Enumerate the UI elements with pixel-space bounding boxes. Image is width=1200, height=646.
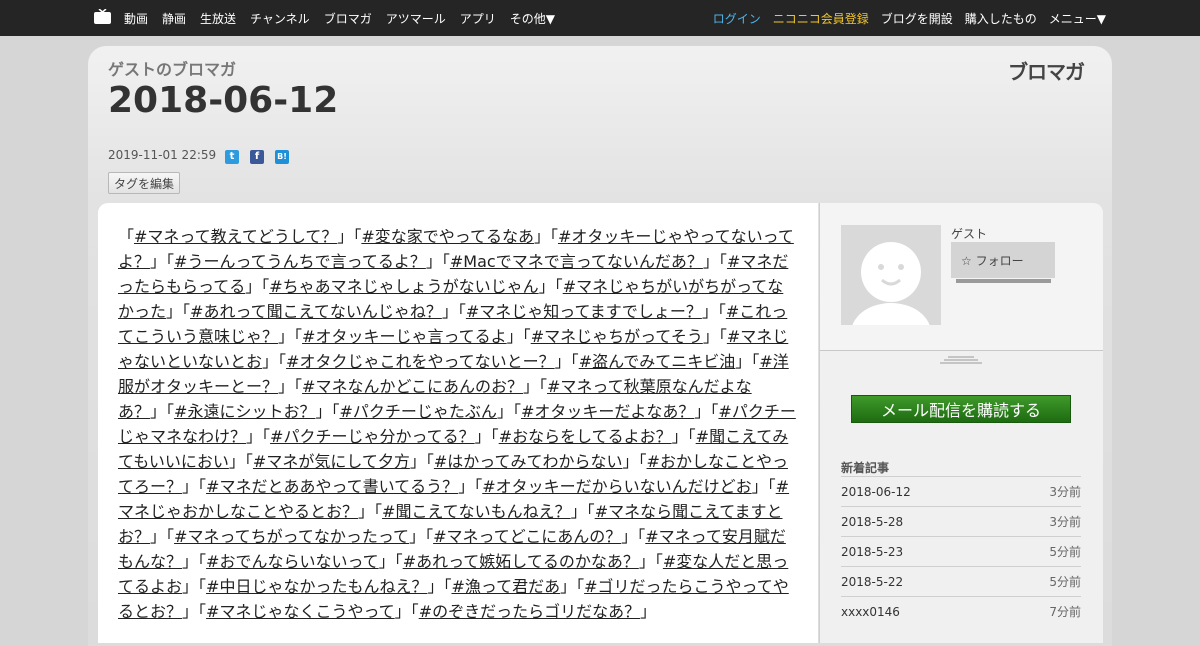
recent-article-title[interactable]: 2018-06-12: [841, 485, 911, 499]
hashtag-link[interactable]: #漁って君だあ: [452, 577, 561, 596]
list-item[interactable]: 2018-5-23 5分前: [841, 536, 1081, 566]
resize-grip-icon[interactable]: [940, 355, 982, 365]
hashtag-link[interactable]: #Macでマネで言ってないんだあ？: [450, 252, 703, 271]
hashtag-link[interactable]: #中日じゃなかったもんねえ？: [206, 577, 427, 596]
hashtag-link[interactable]: #はかってみてわからない: [434, 452, 623, 471]
follow-button-shadow: [956, 279, 1051, 283]
bromaga-logo[interactable]: ブロマガ: [1008, 56, 1085, 85]
hashtag-link[interactable]: #うーんってうんちで言ってるよ？: [174, 252, 426, 271]
facebook-share-icon[interactable]: f: [250, 150, 264, 164]
hashtag-link[interactable]: #あれって聞こえてないんじゃね？: [190, 302, 442, 321]
top-navigation-bar: 動画 静画 生放送 チャンネル ブロマガ アツマール アプリ その他▼ ログイン…: [0, 0, 1200, 36]
avatar[interactable]: [841, 225, 941, 325]
hashtag-link[interactable]: #マネだとああやって書いてるう？: [206, 477, 458, 496]
hashtag-link[interactable]: #オタッキーだよなあ？: [521, 402, 694, 421]
hashtag-link[interactable]: #マネが気にして夕方: [253, 452, 410, 471]
hashtag-link[interactable]: #変な家でやってるなあ: [361, 227, 534, 246]
hashtag-link[interactable]: #マネなんかどこにあんのお？: [302, 377, 523, 396]
register-link[interactable]: ニコニコ会員登録: [773, 10, 869, 27]
recent-article-time: 5分前: [1049, 575, 1081, 589]
recent-article-title[interactable]: 2018-5-23: [841, 545, 903, 559]
hashtag-link[interactable]: #パクチーじゃたぶん: [340, 402, 497, 421]
hashtag-link[interactable]: #マネじゃちがってそう: [531, 327, 703, 346]
nav-link-live[interactable]: 生放送: [200, 10, 236, 27]
login-link[interactable]: ログイン: [713, 10, 761, 27]
star-icon: ☆: [961, 253, 972, 268]
article-content: 「#マネって教えてどうして？」「#変な家でやってるなあ」「#オタッキーじゃやって…: [98, 203, 818, 643]
hashtag-link[interactable]: #あれって嫉妬してるのかなあ？: [403, 552, 639, 571]
hashtag-link[interactable]: #おでんならいないって: [206, 552, 379, 571]
recent-articles-list: 2018-06-12 3分前 2018-5-28 3分前 2018-5-23 5分前 …: [841, 476, 1081, 626]
hashtag-link[interactable]: #マネって教えてどうして？: [134, 227, 337, 246]
hashtag-link[interactable]: #ちゃあマネじゃしょうがないじゃん: [269, 277, 538, 296]
hashtag-link[interactable]: #おならをしてるよお？: [499, 427, 672, 446]
nav-link-app[interactable]: アプリ: [460, 10, 496, 27]
recent-articles-heading: 新着記事: [841, 461, 890, 475]
subscribe-email-button[interactable]: メール配信を購読する: [851, 395, 1071, 423]
hashtag-link[interactable]: #オタッキーじゃ言ってるよ: [302, 327, 507, 346]
open-blog-link[interactable]: ブログを開設: [881, 10, 953, 27]
hashtag-link[interactable]: #マネってどこにあんの？: [433, 527, 621, 546]
blog-name[interactable]: ゲストのブロマガ: [108, 56, 236, 80]
hashtag-link[interactable]: #マネじゃ知ってますでしょー？: [466, 302, 702, 321]
nav-link-channel[interactable]: チャンネル: [250, 10, 310, 27]
hashtag-link[interactable]: #パクチーじゃ分かってる？: [270, 427, 475, 446]
hashtag-link[interactable]: #オタッキーだからいないんだけどお: [482, 477, 751, 496]
hashtag-link[interactable]: #聞こえてないもんねえ？: [382, 502, 571, 521]
list-item[interactable]: 2018-5-22 5分前: [841, 566, 1081, 596]
default-user-icon: [852, 242, 930, 325]
hashtag-link[interactable]: #のぞきだったらゴリだなあ？: [419, 602, 640, 621]
service-nav: 動画 静画 生放送 チャンネル ブロマガ アツマール アプリ その他▼: [124, 0, 569, 36]
recent-article-time: 3分前: [1049, 515, 1081, 529]
purchased-link[interactable]: 購入したもの: [965, 10, 1037, 27]
hashtag-link[interactable]: #マネじゃなくこうやって: [206, 602, 395, 621]
hatena-bookmark-icon[interactable]: B!: [275, 150, 289, 164]
account-nav: ログイン ニコニコ会員登録 ブログを開設 購入したもの メニュー▼: [701, 0, 1106, 36]
nav-link-seiga[interactable]: 静画: [162, 10, 186, 27]
nav-link-atsumaru[interactable]: アツマール: [386, 10, 446, 27]
post-date: 2019-11-01 22:59: [108, 148, 217, 162]
nav-link-bromaga[interactable]: ブロマガ: [324, 10, 372, 27]
nav-link-video[interactable]: 動画: [124, 10, 148, 27]
author-name[interactable]: ゲスト: [951, 225, 987, 242]
hashtag-link[interactable]: #永遠にシットお？: [174, 402, 315, 421]
recent-article-title[interactable]: xxxx0146: [841, 605, 900, 619]
follow-button[interactable]: ☆ フォロー: [951, 242, 1055, 278]
list-item[interactable]: xxxx0146 7分前: [841, 596, 1081, 626]
recent-article-title[interactable]: 2018-5-22: [841, 575, 903, 589]
recent-article-title[interactable]: 2018-5-28: [841, 515, 903, 529]
nav-link-other[interactable]: その他▼: [510, 10, 555, 27]
hashtag-link[interactable]: #オタクじゃこれをやってないとー？: [286, 352, 555, 371]
recent-article-time: 7分前: [1049, 605, 1081, 619]
menu-dropdown[interactable]: メニュー▼: [1049, 10, 1106, 27]
hashtag-link[interactable]: #マネってちがってなかったって: [174, 527, 409, 546]
list-item[interactable]: 2018-06-12 3分前: [841, 476, 1081, 506]
article-body: 「#マネって教えてどうして？」「#変な家でやってるなあ」「#オタッキーじゃやって…: [118, 227, 796, 621]
twitter-share-icon[interactable]: t: [225, 150, 239, 164]
niconico-tv-icon[interactable]: [94, 9, 111, 24]
follow-label: フォロー: [975, 253, 1024, 268]
page-title: 2018-06-12: [108, 80, 339, 121]
sidebar: ゲスト ☆ フォロー メール配信を購読する 新着記事 2018-06-12 3分前…: [819, 203, 1103, 643]
edit-tags-button[interactable]: タグを編集: [108, 172, 181, 194]
recent-article-time: 3分前: [1049, 485, 1081, 499]
list-item[interactable]: 2018-5-28 3分前: [841, 506, 1081, 536]
recent-article-time: 5分前: [1049, 545, 1081, 559]
hashtag-link[interactable]: #盗んでみてニキビ油: [579, 352, 736, 371]
